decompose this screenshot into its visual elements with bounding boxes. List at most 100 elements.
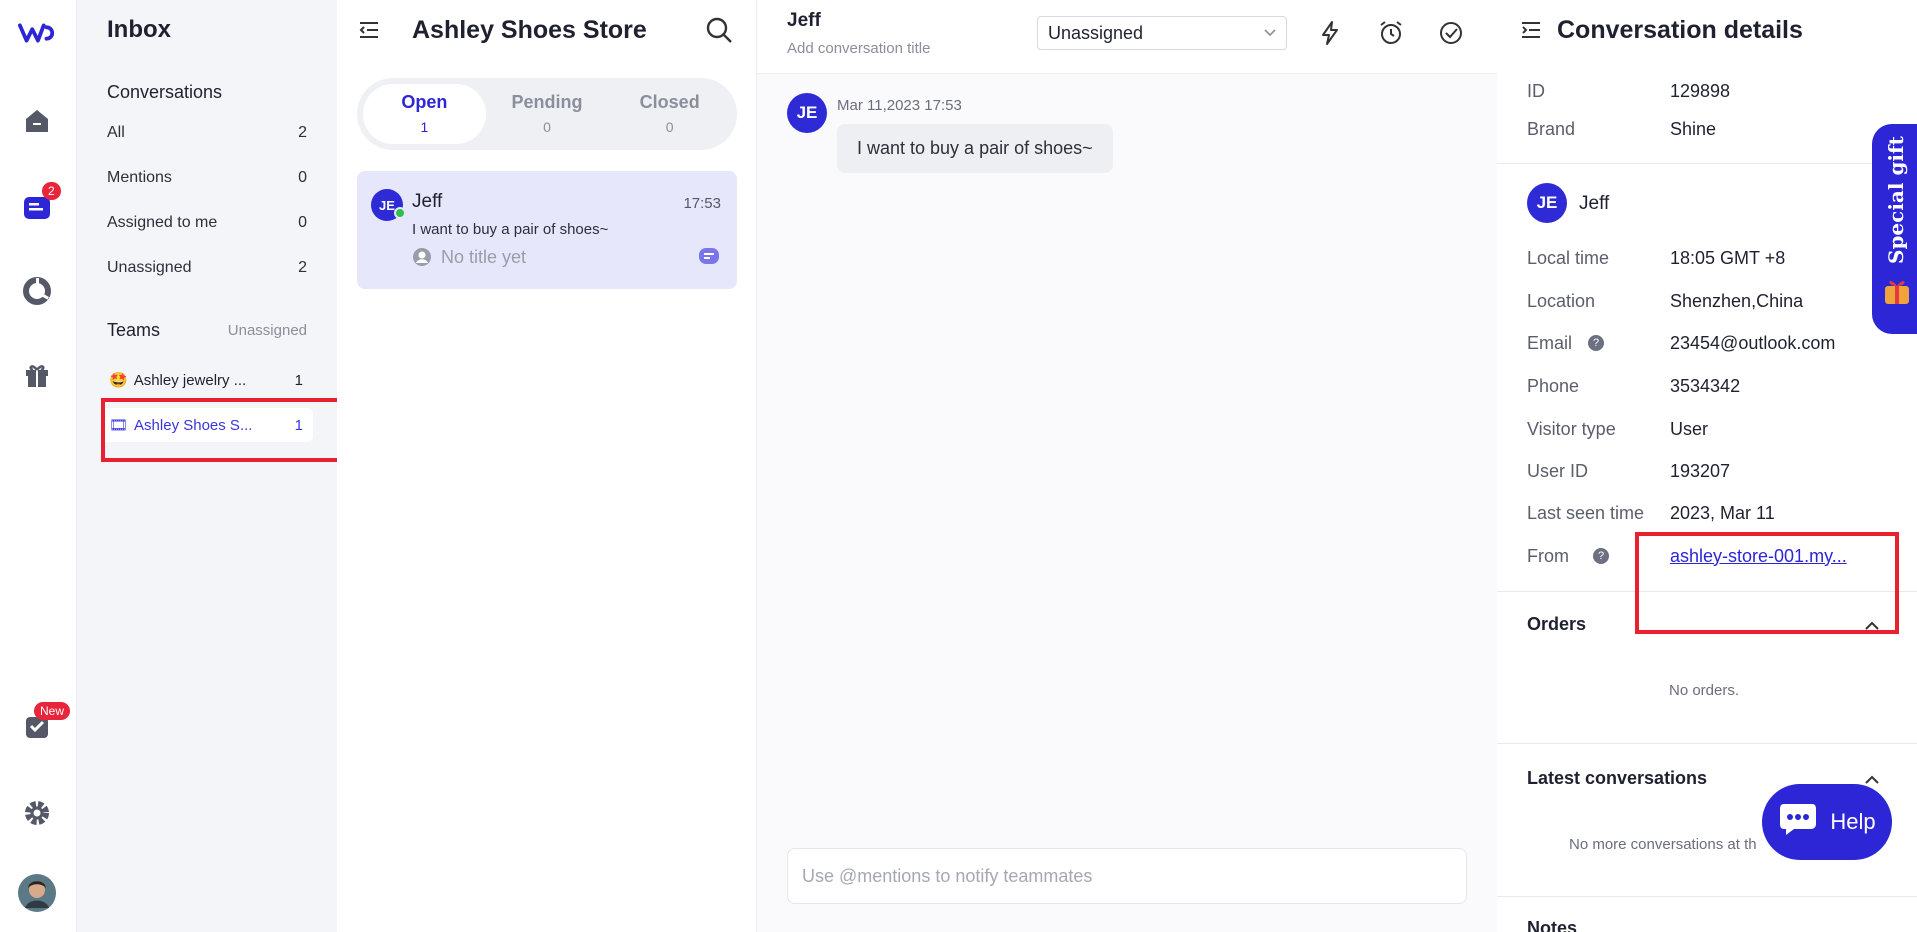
tab-pending[interactable]: Pending 0 — [486, 84, 609, 144]
no-more-conversations-text: No more conversations at th — [1569, 836, 1757, 853]
gift-box-icon — [1882, 274, 1912, 313]
lightning-icon[interactable] — [1317, 20, 1343, 51]
special-gift-tab[interactable]: Special gift — [1872, 124, 1917, 334]
detail-key: User ID — [1527, 460, 1589, 481]
inbox-sidebar: Inbox Conversations All 2 Mentions 0 Ass… — [77, 0, 337, 932]
tab-label: Open — [401, 92, 448, 112]
tab-label: Pending — [511, 92, 583, 112]
inbox-icon[interactable]: 2 — [18, 182, 61, 226]
detail-value: 3534342 — [1670, 375, 1741, 396]
detail-email: Email? 23454@outlook.com — [1527, 328, 1887, 358]
teams-heading: Teams — [107, 320, 161, 340]
settings-gear-icon[interactable] — [18, 794, 56, 832]
detail-visitor-type: Visitor type User — [1527, 414, 1887, 444]
contact-name: Jeff — [1579, 193, 1610, 214]
detail-local-time: Local time 18:05 GMT +8 — [1527, 243, 1887, 273]
conversation-time: 17:53 — [683, 195, 721, 212]
detail-key: Location — [1527, 290, 1596, 311]
sidebar-item-count: 2 — [298, 124, 307, 141]
tab-closed[interactable]: Closed 0 — [608, 84, 731, 144]
inbox-title: Inbox — [107, 16, 171, 43]
no-orders-text: No orders. — [1669, 682, 1740, 699]
sidebar-item-mentions[interactable]: Mentions 0 — [107, 163, 307, 193]
detail-last-seen: Last seen time 2023, Mar 11 — [1527, 498, 1887, 528]
detail-value: Shenzhen,China — [1670, 290, 1804, 311]
tasks-icon[interactable]: New — [18, 702, 71, 746]
new-badge: New — [34, 702, 71, 720]
chevron-down-icon — [1262, 24, 1278, 45]
sidebar-item-unassigned[interactable]: Unassigned 2 — [107, 253, 307, 283]
assignee-value: Unassigned — [1048, 23, 1144, 43]
tab-count: 0 — [543, 119, 551, 135]
message-bubble: I want to buy a pair of shoes~ — [837, 124, 1113, 173]
conversation-title: No title yet — [441, 247, 527, 267]
tab-open[interactable]: Open 1 — [363, 84, 486, 144]
team-title: Ashley Shoes Store — [412, 16, 647, 44]
tab-count: 0 — [665, 119, 674, 135]
message-timestamp: Mar 11,2023 17:53 — [837, 97, 962, 114]
help-question-icon[interactable]: ? — [1588, 335, 1605, 351]
tab-count: 1 — [420, 119, 429, 135]
chat-panel: Jeff Add conversation title Unassigned J… — [757, 0, 1497, 932]
detail-id: ID 129898 — [1527, 76, 1887, 106]
divider — [1497, 896, 1917, 897]
detail-value: 23454@outlook.com — [1670, 332, 1836, 353]
detail-user-id: User ID 193207 — [1527, 456, 1887, 486]
collapse-details-icon[interactable] — [1519, 18, 1543, 47]
detail-value: 2023, Mar 11 — [1670, 502, 1775, 523]
conversation-card[interactable]: JE Jeff 17:53 I want to buy a pair of sh… — [357, 171, 737, 289]
divider — [1497, 163, 1917, 164]
sidebar-item-label: All — [107, 124, 125, 141]
details-title: Conversation details — [1557, 16, 1803, 44]
detail-location: Location Shenzhen,China — [1527, 286, 1887, 316]
special-gift-label: Special gift — [1884, 136, 1908, 264]
teams-unassigned-link[interactable]: Unassigned — [222, 322, 307, 339]
resolve-check-icon[interactable] — [1437, 19, 1465, 52]
team-label: Ashley jewelry ... — [133, 371, 247, 389]
help-chat-button[interactable]: Help — [1762, 784, 1892, 860]
help-question-icon[interactable]: ? — [1593, 548, 1609, 564]
sidebar-item-count: 2 — [298, 259, 307, 276]
tab-label: Closed — [639, 92, 700, 112]
help-label: Help — [1830, 809, 1876, 834]
detail-phone: Phone 3534342 — [1527, 371, 1887, 401]
collapse-sidebar-icon[interactable] — [357, 18, 381, 47]
sidebar-item-label: Assigned to me — [107, 214, 218, 231]
team-emoji-icon: 🤩 — [109, 372, 128, 389]
detail-key: Visitor type — [1527, 418, 1616, 439]
detail-key: Local time — [1527, 247, 1610, 268]
team-ashley-jewelry[interactable]: 🤩 Ashley jewelry ... 1 — [101, 363, 313, 397]
gift-icon[interactable] — [18, 356, 56, 394]
conversations-heading: Conversations — [107, 82, 223, 102]
sidebar-item-all[interactable]: All 2 — [107, 118, 307, 148]
sidebar-item-assigned-to-me[interactable]: Assigned to me 0 — [107, 208, 307, 238]
add-title-link[interactable]: Add conversation title — [787, 40, 930, 57]
person-icon — [412, 247, 432, 272]
nav-rail: 2 New — [0, 0, 77, 932]
highlight-box-from — [1635, 532, 1899, 634]
chat-bubble-icon — [699, 248, 719, 271]
brand-logo-icon[interactable] — [18, 14, 56, 52]
contact-name: Jeff — [412, 191, 443, 212]
message-composer-input[interactable]: Use @mentions to notify teammates — [787, 848, 1467, 904]
inbox-badge: 2 — [42, 182, 61, 200]
sidebar-item-label: Unassigned — [107, 259, 192, 276]
home-icon[interactable] — [18, 102, 56, 140]
latest-conversations-heading[interactable]: Latest conversations — [1527, 768, 1707, 789]
assignee-select[interactable]: Unassigned — [1037, 16, 1287, 50]
detail-value: 129898 — [1670, 80, 1731, 101]
team-count: 1 — [294, 371, 303, 389]
sidebar-item-count: 0 — [298, 169, 307, 186]
sidebar-item-count: 0 — [298, 214, 307, 231]
notes-heading[interactable]: Notes — [1527, 918, 1577, 932]
contact-avatar: JE — [1527, 183, 1567, 223]
divider — [1497, 743, 1917, 744]
chat-contact-name: Jeff — [787, 10, 821, 31]
search-icon[interactable] — [705, 16, 733, 49]
user-avatar[interactable] — [18, 874, 56, 912]
snooze-alarm-icon[interactable] — [1377, 19, 1405, 52]
sidebar-item-label: Mentions — [107, 169, 172, 186]
reports-icon[interactable] — [18, 272, 56, 310]
message-preview: I want to buy a pair of shoes~ — [412, 221, 609, 238]
orders-heading[interactable]: Orders — [1527, 614, 1586, 635]
